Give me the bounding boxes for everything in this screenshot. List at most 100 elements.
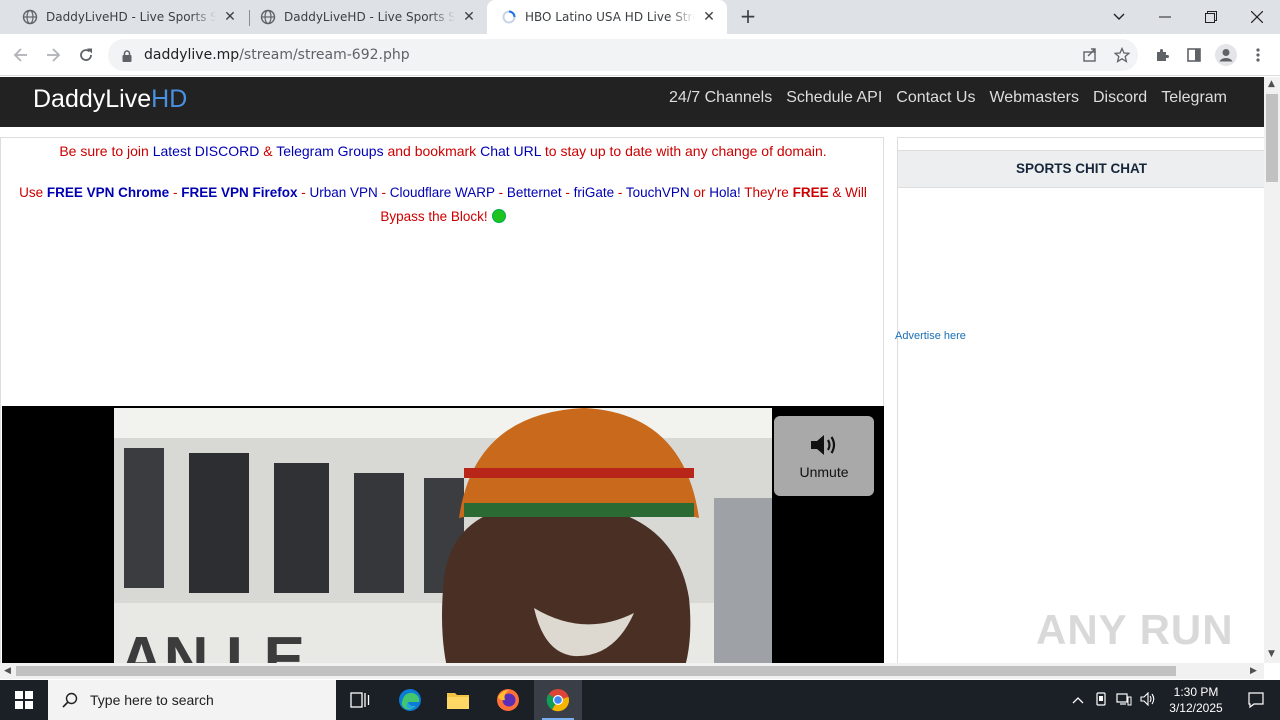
close-window-button[interactable] [1234, 0, 1280, 34]
nav-link-channels[interactable]: 24/7 Channels [669, 89, 772, 107]
urban-vpn-link[interactable]: Urban VPN [309, 185, 377, 200]
new-tab-button[interactable]: + [737, 6, 759, 28]
close-tab-icon[interactable]: ✕ [461, 9, 477, 25]
close-tab-icon[interactable]: ✕ [222, 9, 238, 25]
green-status-dot-icon [491, 209, 506, 223]
advertise-link[interactable]: Advertise here [895, 330, 966, 342]
telegram-groups-link[interactable]: Telegram Groups [276, 143, 383, 159]
device-icon[interactable] [1094, 691, 1108, 709]
vpn-firefox-link[interactable]: FREE VPN Firefox [181, 185, 297, 200]
vertical-scrollbar[interactable]: ▲ ▼ [1264, 77, 1280, 663]
network-icon[interactable] [1116, 692, 1132, 709]
scroll-left-arrow-icon[interactable]: ◀ [4, 666, 11, 676]
free-emphasis: FREE [792, 185, 829, 200]
nav-link-telegram[interactable]: Telegram [1161, 89, 1227, 107]
notice-text: and bookmark [383, 143, 481, 159]
chrome-taskbar-icon[interactable] [534, 680, 582, 720]
cloudflare-warp-link[interactable]: Cloudflare WARP [390, 185, 495, 200]
betternet-link[interactable]: Betternet [507, 185, 562, 200]
horizontal-scrollbar[interactable]: ◀ ▶ [0, 663, 1264, 679]
unmute-button[interactable]: Unmute [774, 416, 874, 496]
browser-toolbar: daddylive.mp/stream/stream-692.php [0, 34, 1280, 76]
video-frame[interactable]: AN LE [114, 408, 772, 663]
loading-spinner-icon [501, 9, 517, 25]
scroll-right-arrow-icon[interactable]: ▶ [1250, 666, 1257, 676]
clock-date: 3/12/2025 [1169, 701, 1223, 715]
video-still-image: AN LE [114, 408, 772, 663]
extensions-puzzle-icon[interactable] [1149, 42, 1175, 68]
tab-title: DaddyLiveHD - Live Sports Streaming [46, 10, 216, 24]
separator: or [689, 185, 710, 200]
url-path: /stream/stream-692.php [239, 47, 410, 63]
lock-icon[interactable] [120, 48, 134, 62]
search-placeholder: Type here to search [90, 692, 214, 708]
site-logo[interactable]: DaddyLiveHD [33, 85, 187, 114]
vpn-chrome-link[interactable]: FREE VPN Chrome [47, 185, 169, 200]
video-player[interactable]: AN LE Unmute [2, 406, 884, 663]
file-explorer-icon[interactable] [434, 680, 482, 720]
touchvpn-link[interactable]: TouchVPN [626, 185, 690, 200]
close-tab-icon[interactable]: ✕ [701, 9, 717, 25]
separator: - [297, 185, 310, 200]
profile-avatar-icon[interactable] [1213, 42, 1239, 68]
firefox-icon[interactable] [484, 680, 532, 720]
address-bar[interactable]: daddylive.mp/stream/stream-692.php [108, 39, 1138, 71]
anyrun-watermark: ANY RUN [1036, 606, 1234, 653]
horizontal-scroll-thumb[interactable] [16, 666, 1176, 676]
notice-text: & [259, 143, 277, 159]
clock-time: 1:30 PM [1173, 685, 1219, 699]
taskbar-search-box[interactable]: Type here to search [48, 680, 336, 720]
chrome-menu-icon[interactable] [1245, 42, 1271, 68]
browser-tab-2[interactable]: DaddyLiveHD - Live Sports Streaming ✕ [238, 0, 487, 34]
share-icon[interactable] [1077, 42, 1103, 68]
edge-browser-icon[interactable] [386, 680, 434, 720]
frigate-link[interactable]: friGate [574, 185, 615, 200]
discord-link[interactable]: Latest DISCORD [153, 143, 260, 159]
reload-button[interactable] [73, 42, 99, 68]
globe-icon [22, 9, 38, 25]
scroll-up-arrow-icon[interactable]: ▲ [1268, 79, 1275, 89]
url-text: daddylive.mp/stream/stream-692.php [144, 47, 410, 63]
show-hidden-icons-chevron-icon[interactable] [1070, 693, 1086, 707]
taskbar-clock[interactable]: 1:30 PM 3/12/2025 [1160, 684, 1232, 716]
separator: - [377, 185, 390, 200]
chat-url-link[interactable]: Chat URL [480, 143, 541, 159]
back-button[interactable] [8, 42, 34, 68]
task-view-icon[interactable] [336, 680, 384, 720]
bookmark-star-icon[interactable] [1109, 42, 1135, 68]
vertical-scroll-thumb[interactable] [1266, 94, 1278, 182]
notice-text: They're [740, 185, 793, 200]
separator: - [169, 185, 182, 200]
nav-link-schedule-api[interactable]: Schedule API [786, 89, 882, 107]
nav-link-contact[interactable]: Contact Us [896, 89, 975, 107]
separator: - [561, 185, 574, 200]
url-host: daddylive.mp [144, 47, 240, 63]
globe-icon [260, 9, 276, 25]
svg-text:AN LE: AN LE [119, 625, 305, 663]
notifications-icon[interactable] [1232, 680, 1280, 720]
tab-search-icon[interactable] [1096, 0, 1142, 34]
side-panel-icon[interactable] [1181, 42, 1207, 68]
volume-icon[interactable] [1140, 691, 1156, 709]
nav-link-discord[interactable]: Discord [1093, 89, 1147, 107]
notice-text: Be sure to join [59, 143, 153, 159]
unmute-label: Unmute [799, 463, 849, 480]
search-icon [62, 692, 78, 708]
minimize-window-button[interactable] [1142, 0, 1188, 34]
system-tray [1070, 680, 1156, 720]
windows-logo-icon [15, 691, 33, 709]
vpn-notice: Use FREE VPN Chrome - FREE VPN Firefox -… [9, 181, 877, 229]
discord-telegram-notice: Be sure to join Latest DISCORD & Telegra… [1, 143, 885, 159]
start-button[interactable] [0, 680, 48, 720]
separator: - [494, 185, 507, 200]
notice-text: to stay up to date with any change of do… [541, 143, 827, 159]
browser-tab-1[interactable]: DaddyLiveHD - Live Sports Streaming ✕ [0, 0, 248, 34]
scroll-down-arrow-icon[interactable]: ▼ [1268, 649, 1275, 659]
browser-tab-3-active[interactable]: HBO Latino USA HD Live Streaming ✕ [487, 0, 727, 34]
hola-link[interactable]: Hola! [709, 185, 741, 200]
forward-button[interactable] [40, 42, 66, 68]
nav-link-webmasters[interactable]: Webmasters [989, 89, 1079, 107]
sports-chit-chat-header: SPORTS CHIT CHAT [898, 150, 1264, 188]
chat-sidebar: SPORTS CHIT CHAT [897, 137, 1264, 663]
restore-window-button[interactable] [1188, 0, 1234, 34]
